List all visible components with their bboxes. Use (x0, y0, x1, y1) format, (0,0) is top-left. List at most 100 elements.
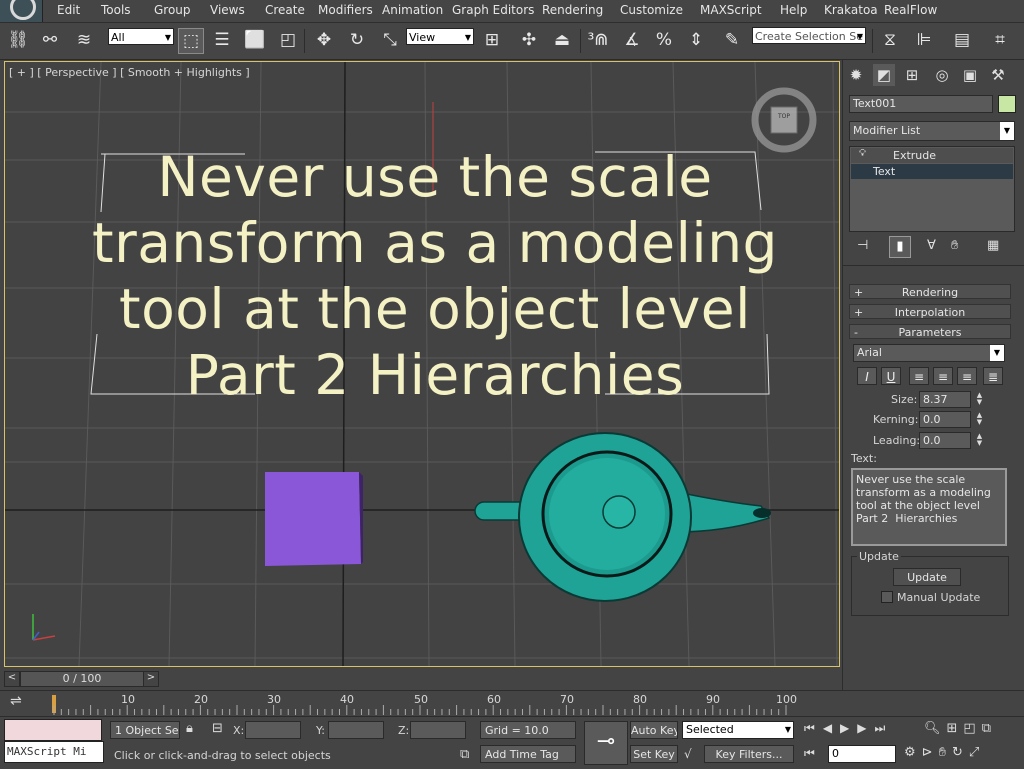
auto-key-button[interactable]: Auto Key (630, 721, 678, 739)
spinner-snap-icon[interactable]: ⇕ (684, 28, 708, 52)
unlink-icon[interactable]: ⚯ (38, 28, 62, 52)
edit-named-sets-icon[interactable]: ✎ (720, 28, 744, 52)
field-of-view-icon[interactable]: ⊳ (922, 745, 939, 760)
make-unique-icon[interactable]: ∀ (927, 238, 936, 253)
bind-spacewarp-icon[interactable]: ≋ (72, 28, 96, 52)
align-icon[interactable]: ⊫ (912, 28, 936, 52)
next-frame-icon[interactable]: > (143, 671, 159, 687)
mini-curve-editor-icon[interactable]: ⇌ (10, 693, 22, 709)
rotate-icon[interactable]: ↻ (345, 28, 369, 52)
z-coordinate-field[interactable] (410, 721, 466, 739)
time-config-icon[interactable]: ⚙ (904, 745, 922, 760)
menu-graph-editors[interactable]: Graph Editors (452, 3, 534, 17)
snap-3-icon[interactable]: ³⋒ (586, 28, 610, 52)
manipulate-icon[interactable]: ⏏ (550, 28, 574, 52)
pan-icon[interactable]: ✋︎ (939, 745, 952, 760)
font-dropdown[interactable]: Arial ▼ (853, 344, 1005, 362)
perspective-viewport[interactable]: [ + ] [ Perspective ] [ Smooth + Highlig… (4, 61, 840, 667)
create-tab-icon[interactable]: ✹ (845, 64, 867, 86)
prev-frame-icon[interactable]: < (4, 671, 20, 687)
x-coordinate-field[interactable] (245, 721, 301, 739)
current-frame-field[interactable]: 0 (828, 745, 896, 763)
time-slider-thumb[interactable]: 0 / 100 (20, 671, 144, 687)
stack-item-text[interactable]: Text (851, 164, 1013, 179)
named-selection-set-field[interactable]: Create Selection Se ▼ (752, 27, 866, 44)
menu-edit[interactable]: Edit (57, 3, 80, 17)
move-icon[interactable]: ✥ (312, 28, 336, 52)
leading-field[interactable]: 0.0 (919, 432, 971, 449)
utilities-tab-icon[interactable]: ⚒ (987, 64, 1009, 86)
align-center-icon[interactable]: ≡ (933, 367, 953, 385)
pin-stack-icon[interactable]: ⊣ (857, 238, 868, 253)
go-to-end-icon[interactable]: ⏭ (875, 721, 894, 735)
maximize-viewport-icon[interactable]: ⤢ (969, 745, 985, 760)
remove-modifier-icon[interactable]: ✋︎ (951, 238, 958, 253)
menu-create[interactable]: Create (265, 3, 305, 17)
menu-modifiers[interactable]: Modifiers (318, 3, 373, 17)
curve-editor-icon[interactable]: ⌗ (988, 28, 1012, 52)
play-icon[interactable]: ▶ (840, 721, 857, 735)
layer-manager-icon[interactable]: ▤ (950, 28, 974, 52)
reference-coordinate-dropdown[interactable]: View ▼ (406, 28, 474, 45)
maxscript-mini-listener[interactable]: MAXScript Mi (4, 741, 104, 763)
viewport-label[interactable]: [ + ] [ Perspective ] [ Smooth + Highlig… (9, 66, 250, 79)
menu-customize[interactable]: Customize (620, 3, 683, 17)
rollout-interpolation[interactable]: + Interpolation (849, 304, 1011, 319)
rollout-parameters[interactable]: - Parameters (849, 324, 1011, 339)
modify-tab-icon[interactable]: ◩ (873, 64, 895, 86)
underline-icon[interactable]: U (881, 367, 901, 385)
leading-spinner[interactable]: ▲ ▼ (975, 433, 984, 448)
configure-sets-icon[interactable]: ▦ (987, 238, 999, 253)
show-end-result-icon[interactable]: ▮ (889, 236, 911, 258)
menu-group[interactable]: Group (154, 3, 191, 17)
scale-icon[interactable]: ⤡ (378, 28, 402, 52)
select-by-name-icon[interactable]: ☰ (210, 28, 234, 52)
align-right-icon[interactable]: ≡ (957, 367, 977, 385)
track-bar[interactable]: ⇌ 10 20 30 40 50 60 70 80 90 100 (0, 690, 1024, 717)
hierarchy-tab-icon[interactable]: ⊞ (901, 64, 923, 86)
modifier-list-dropdown[interactable]: Modifier List ▼ (849, 121, 1015, 141)
justify-icon[interactable]: ≣ (983, 367, 1003, 385)
menu-realflow[interactable]: RealFlow (884, 3, 937, 17)
zoom-extents-all-icon[interactable]: ⧉ (982, 721, 997, 736)
y-coordinate-field[interactable] (328, 721, 384, 739)
pivot-icon[interactable]: ⊞ (480, 28, 504, 52)
mirror-icon[interactable]: ⧖ (878, 28, 902, 52)
menu-maxscript[interactable]: MAXScript (700, 3, 762, 17)
zoom-icon[interactable]: 🔍︎ (924, 721, 947, 736)
size-spinner[interactable]: ▲ ▼ (975, 392, 984, 407)
stack-item-extrude[interactable]: 💡︎ Extrude (851, 148, 1013, 163)
object-color-swatch[interactable] (998, 95, 1016, 113)
key-mode-dropdown[interactable]: Selected ▼ (682, 721, 794, 739)
add-time-tag-button[interactable]: Add Time Tag (480, 745, 576, 763)
zoom-extents-icon[interactable]: ◰ (963, 721, 981, 736)
size-field[interactable]: 8.37 (919, 391, 971, 408)
lightbulb-icon[interactable]: 💡︎ (859, 148, 866, 159)
time-slider[interactable]: < 0 / 100 > (0, 668, 840, 688)
menu-krakatoa[interactable]: Krakatoa (824, 3, 878, 17)
app-logo-button[interactable] (0, 0, 43, 22)
next-key-icon[interactable]: ▶ (857, 721, 874, 735)
selection-center-icon[interactable]: ✣ (517, 28, 541, 52)
kerning-spinner[interactable]: ▲ ▼ (975, 412, 984, 427)
maxscript-listener-top[interactable] (4, 719, 102, 741)
time-tag-icon[interactable]: ⧉ (460, 747, 469, 762)
align-left-icon[interactable]: ≡ (909, 367, 929, 385)
absolute-mode-icon[interactable]: ⊟ (212, 721, 223, 736)
lock-icon[interactable]: 🔒︎ (186, 721, 193, 736)
italic-icon[interactable]: I (857, 367, 877, 385)
set-key-button[interactable]: Set Key (630, 745, 678, 763)
manual-update-checkbox[interactable] (881, 591, 893, 603)
link-icon[interactable]: ⛓ (6, 28, 30, 52)
kerning-field[interactable]: 0.0 (919, 411, 971, 428)
menu-rendering[interactable]: Rendering (542, 3, 603, 17)
set-key-icon[interactable]: ⊸ (584, 721, 628, 765)
display-tab-icon[interactable]: ▣ (959, 64, 981, 86)
rollout-rendering[interactable]: + Rendering (849, 284, 1011, 299)
menu-views[interactable]: Views (210, 3, 245, 17)
window-crossing-icon[interactable]: ◰ (276, 28, 300, 52)
menu-animation[interactable]: Animation (382, 3, 443, 17)
selection-filter-dropdown[interactable]: All ▼ (108, 28, 174, 45)
rect-select-icon[interactable]: ⬜ (243, 28, 267, 52)
text-area[interactable]: Never use the scale transform as a model… (851, 468, 1007, 546)
